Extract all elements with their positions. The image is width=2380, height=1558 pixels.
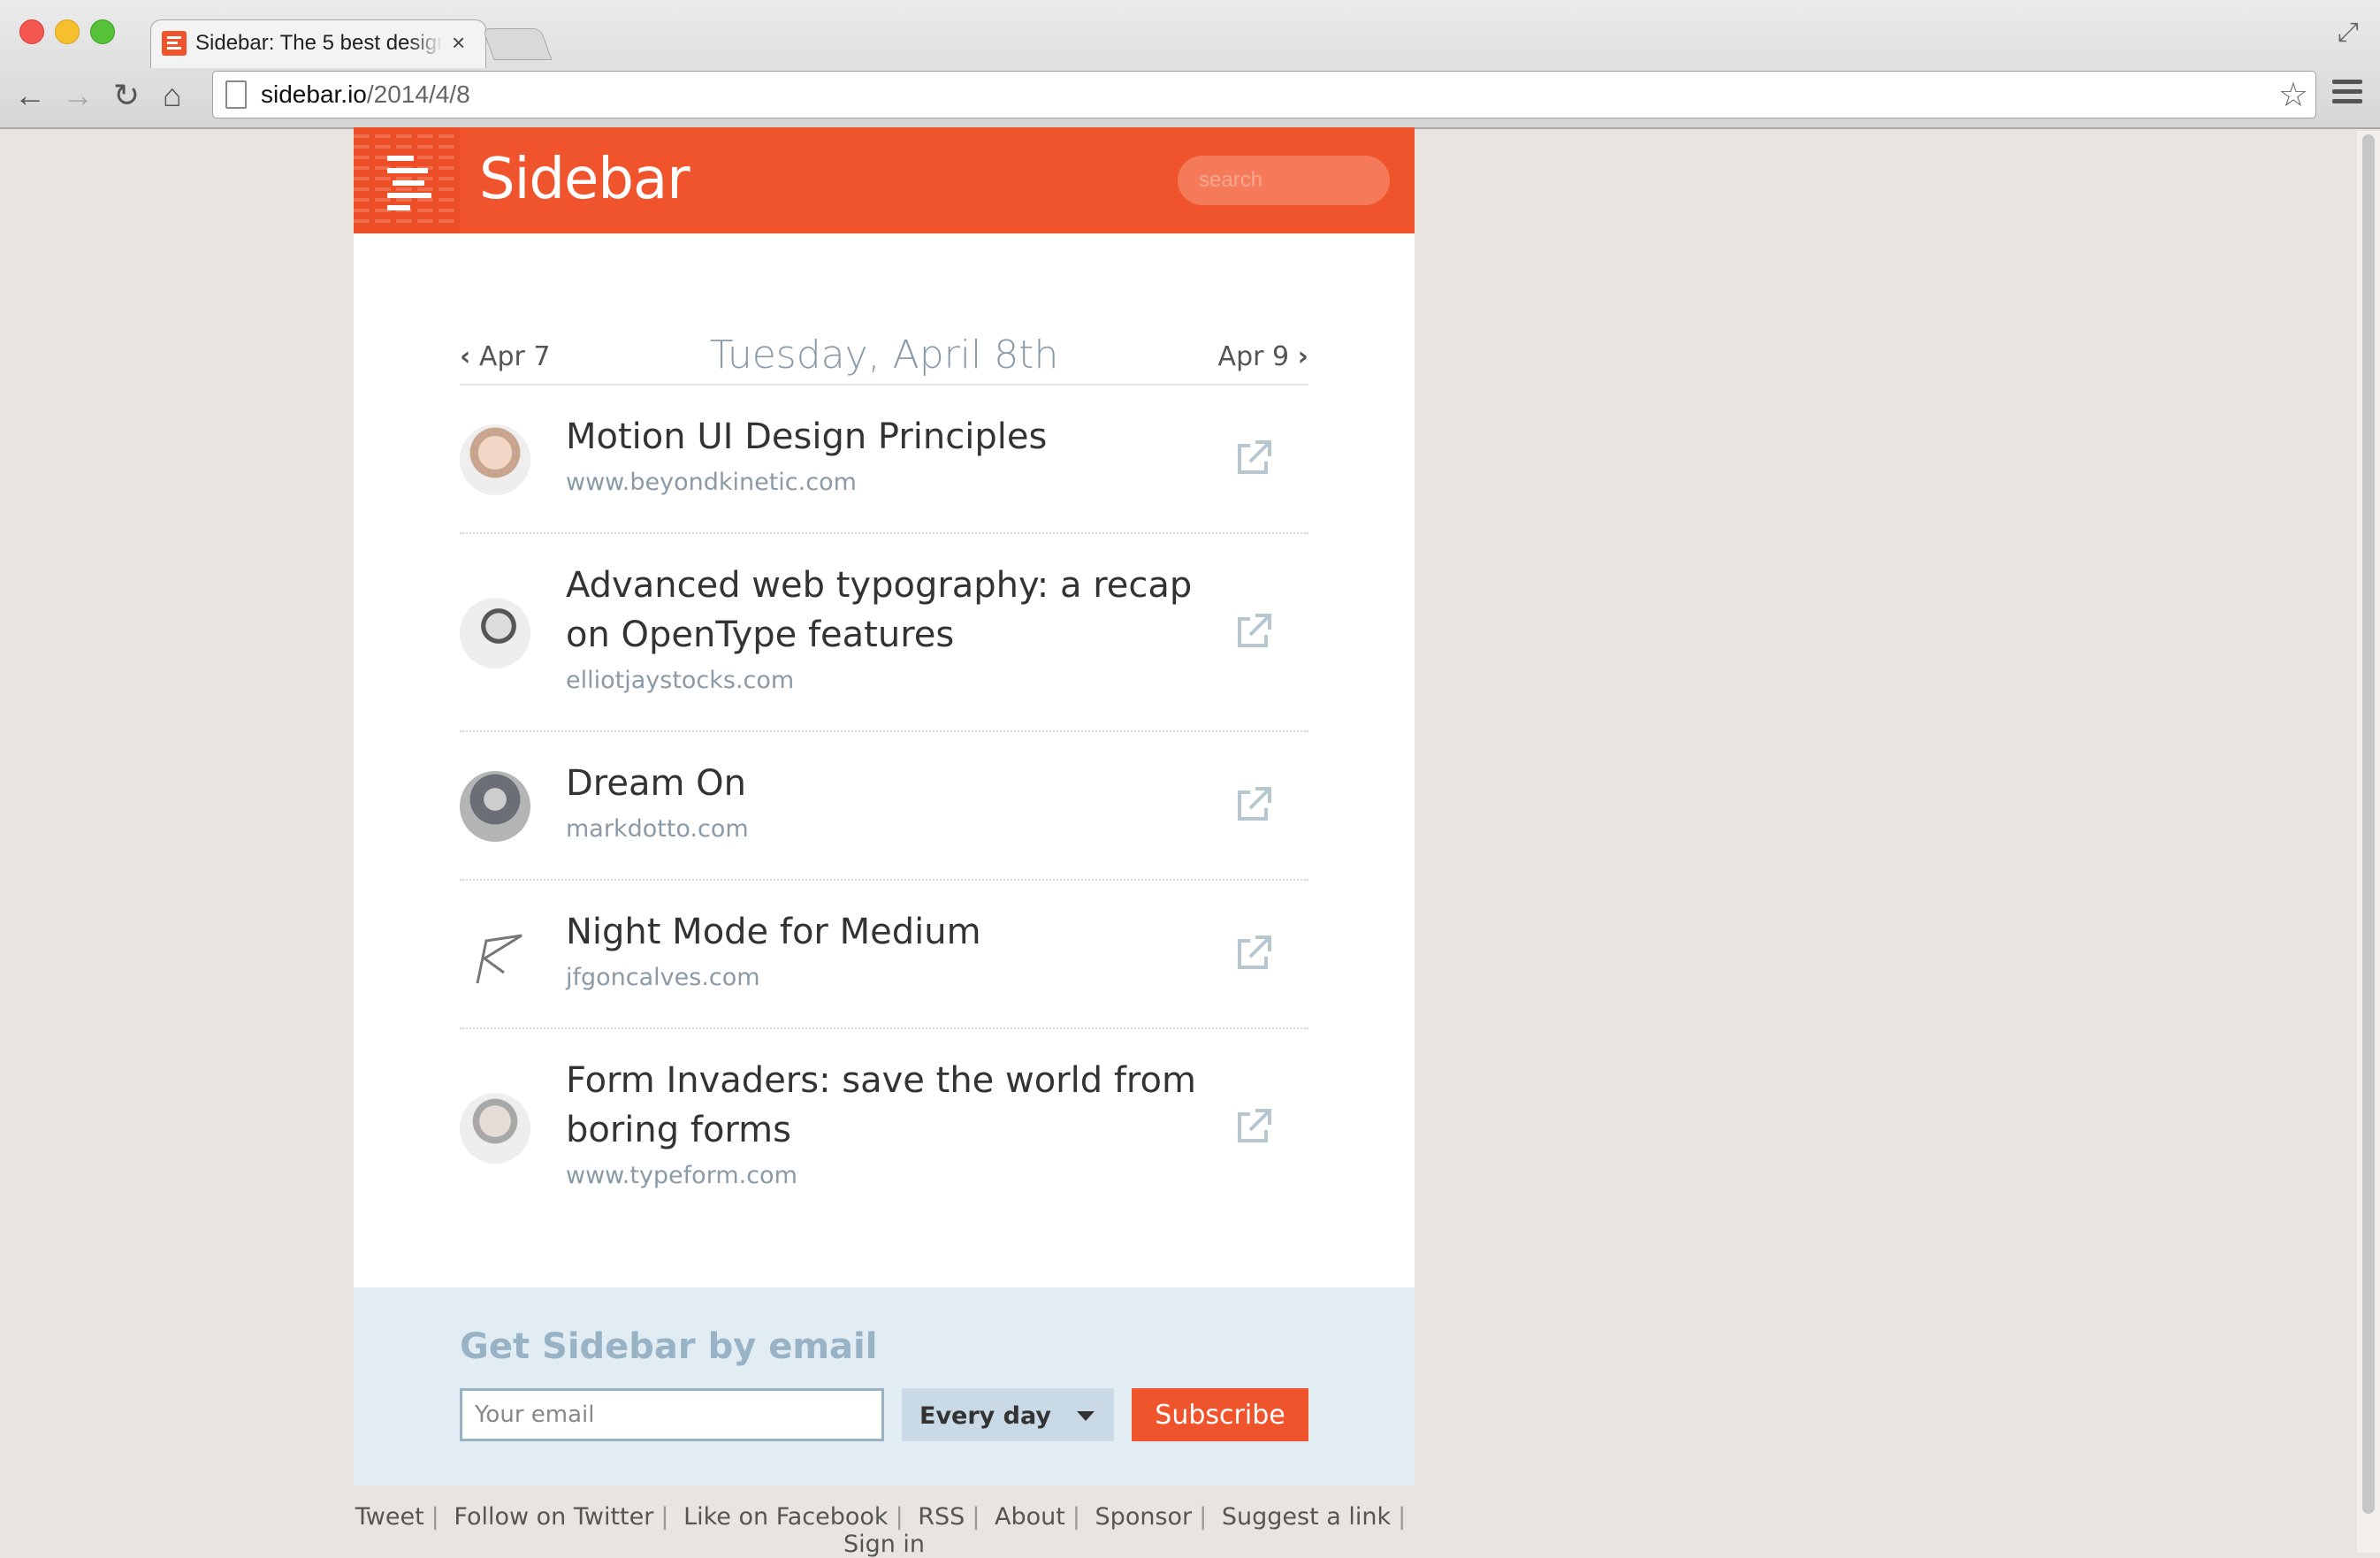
next-day-label: Apr 9: [1217, 341, 1290, 372]
chevron-right-icon: ›: [1297, 341, 1308, 372]
tab-title: Sidebar: The 5 best design: [195, 31, 443, 55]
day-title: Tuesday, April 8th: [709, 332, 1059, 378]
dropdown-arrow-icon: [1077, 1411, 1095, 1421]
browser-tab[interactable]: Sidebar: The 5 best design ×: [150, 19, 486, 68]
external-link-icon[interactable]: [1234, 439, 1273, 477]
sidebar-favicon-icon: [162, 31, 187, 56]
link-title[interactable]: Dream On: [566, 759, 1220, 808]
back-icon[interactable]: ←: [14, 71, 46, 120]
link-domain: elliotjaystocks.com: [566, 667, 795, 694]
medium-logo-avatar: [460, 920, 530, 990]
site-title[interactable]: Sidebar: [479, 147, 690, 212]
link-list: Motion UI Design Principles www.beyondki…: [460, 386, 1308, 1227]
site-container: Sidebar ‹ Apr 7 Tuesday, April 8th Apr 9…: [354, 127, 1415, 1558]
footer-link-suggest[interactable]: Suggest a link: [1222, 1503, 1391, 1531]
signup-title: Get Sidebar by email: [460, 1326, 878, 1367]
url-text[interactable]: sidebar.io/2014/4/8: [261, 80, 470, 109]
minimize-window-button[interactable]: [55, 19, 80, 44]
footer-link-sponsor[interactable]: Sponsor: [1095, 1503, 1193, 1531]
external-link-icon[interactable]: [1234, 612, 1273, 651]
day-navigation: ‹ Apr 7 Tuesday, April 8th Apr 9 ›: [460, 313, 1308, 386]
footer-link-tweet[interactable]: Tweet: [355, 1503, 424, 1531]
list-item: Dream On markdotto.com: [460, 732, 1308, 881]
bookmark-star-icon[interactable]: ☆: [2278, 75, 2308, 115]
list-item: Night Mode for Medium jfgoncalves.com: [460, 881, 1308, 1029]
main-content: ‹ Apr 7 Tuesday, April 8th Apr 9 › Motio…: [354, 233, 1415, 1417]
email-field[interactable]: [460, 1388, 884, 1441]
footer-link-follow-twitter[interactable]: Follow on Twitter: [454, 1503, 653, 1531]
email-signup: Get Sidebar by email Every day Subscribe: [354, 1287, 1415, 1485]
external-link-icon[interactable]: [1234, 1107, 1273, 1146]
sidebar-logo-icon[interactable]: [354, 127, 460, 233]
avatar: [460, 424, 530, 495]
link-domain: www.beyondkinetic.com: [566, 469, 857, 496]
list-item: Form Invaders: save the world from borin…: [460, 1029, 1308, 1227]
link-title[interactable]: Form Invaders: save the world from borin…: [566, 1056, 1220, 1155]
footer-link-like-facebook[interactable]: Like on Facebook: [683, 1503, 889, 1531]
tab-close-icon[interactable]: ×: [452, 29, 465, 57]
frequency-select[interactable]: Every day: [902, 1388, 1114, 1441]
reload-icon[interactable]: ↻: [113, 71, 140, 120]
avatar: [460, 1093, 530, 1164]
footer-links: Tweet | Follow on Twitter | Like on Facebo…: [355, 1503, 1407, 1558]
list-item: Motion UI Design Principles www.beyondki…: [460, 386, 1308, 534]
external-link-icon[interactable]: [1234, 934, 1273, 973]
scrollbar-thumb[interactable]: [2362, 134, 2375, 1514]
subscribe-button[interactable]: Subscribe: [1132, 1388, 1308, 1441]
search-input[interactable]: [1178, 156, 1390, 205]
address-bar[interactable]: sidebar.io/2014/4/8 ☆: [212, 71, 2316, 118]
browser-chrome: Sidebar: The 5 best design × ⤢ ← → ↻ ⌂ s…: [0, 0, 2380, 129]
next-day-link[interactable]: Apr 9 ›: [1218, 341, 1308, 372]
list-item: Advanced web typography: a recap on Open…: [460, 534, 1308, 732]
home-icon[interactable]: ⌂: [163, 71, 182, 120]
link-title[interactable]: Night Mode for Medium: [566, 907, 1220, 957]
footer-link-sign-in[interactable]: Sign in: [843, 1531, 925, 1558]
link-domain: www.typeform.com: [566, 1162, 797, 1189]
external-link-icon[interactable]: [1234, 785, 1273, 824]
footer-link-rss[interactable]: RSS: [918, 1503, 965, 1531]
avatar: [460, 771, 530, 842]
zoom-window-button[interactable]: [90, 19, 115, 44]
footer-link-about[interactable]: About: [995, 1503, 1065, 1531]
close-window-button[interactable]: [19, 19, 44, 44]
forward-icon[interactable]: →: [62, 71, 94, 120]
avatar: [460, 598, 530, 668]
link-domain: markdotto.com: [566, 815, 749, 843]
new-tab-button[interactable]: [482, 28, 553, 60]
link-title[interactable]: Advanced web typography: a recap on Open…: [566, 561, 1220, 660]
site-header: Sidebar: [354, 127, 1415, 233]
browser-menu-icon[interactable]: [2332, 74, 2362, 109]
link-domain: jfgoncalves.com: [566, 964, 760, 991]
page-icon: [225, 80, 247, 109]
fullscreen-icon[interactable]: ⤢: [2338, 18, 2359, 48]
link-title[interactable]: Motion UI Design Principles: [566, 412, 1220, 462]
frequency-value: Every day: [919, 1402, 1051, 1430]
